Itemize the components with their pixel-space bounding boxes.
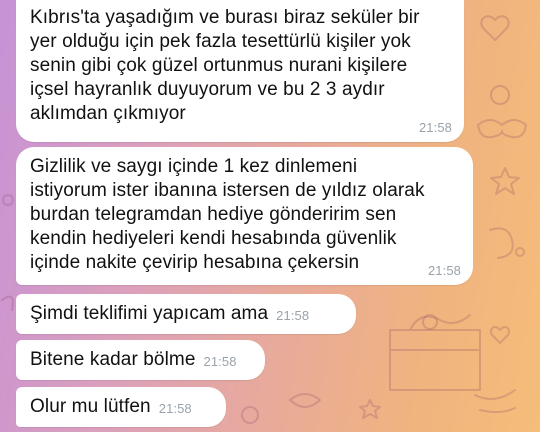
message-timestamp: 21:58 (427, 263, 461, 278)
message-text: Gizlilik ve saygı içinde 1 kez dinlemeni… (30, 156, 425, 273)
chat-message-list[interactable]: Kıbrıs'ta yaşadığım ve burası biraz sekü… (0, 0, 540, 432)
message-bubble[interactable]: Kıbrıs'ta yaşadığım ve burası biraz sekü… (16, 0, 464, 142)
message-text: Olur mu lütfen (30, 396, 151, 417)
message-timestamp: 21:58 (158, 401, 192, 416)
message-bubble[interactable]: Olur mu lütfen 21:58 (16, 387, 226, 427)
message-timestamp: 21:58 (418, 120, 452, 135)
message-text: Şimdi teklifimi yapıcam ama (30, 303, 269, 324)
message-bubble[interactable]: Bitene kadar bölme 21:58 (16, 340, 265, 380)
message-bubble[interactable]: Şimdi teklifimi yapıcam ama 21:58 (16, 294, 356, 334)
message-timestamp: 21:58 (203, 354, 237, 369)
message-text: Kıbrıs'ta yaşadığım ve burası biraz sekü… (30, 7, 420, 124)
message-bubble[interactable]: Gizlilik ve saygı içinde 1 kez dinlemeni… (16, 147, 473, 285)
message-timestamp: 21:58 (276, 308, 310, 323)
message-text: Bitene kadar bölme (30, 349, 196, 370)
